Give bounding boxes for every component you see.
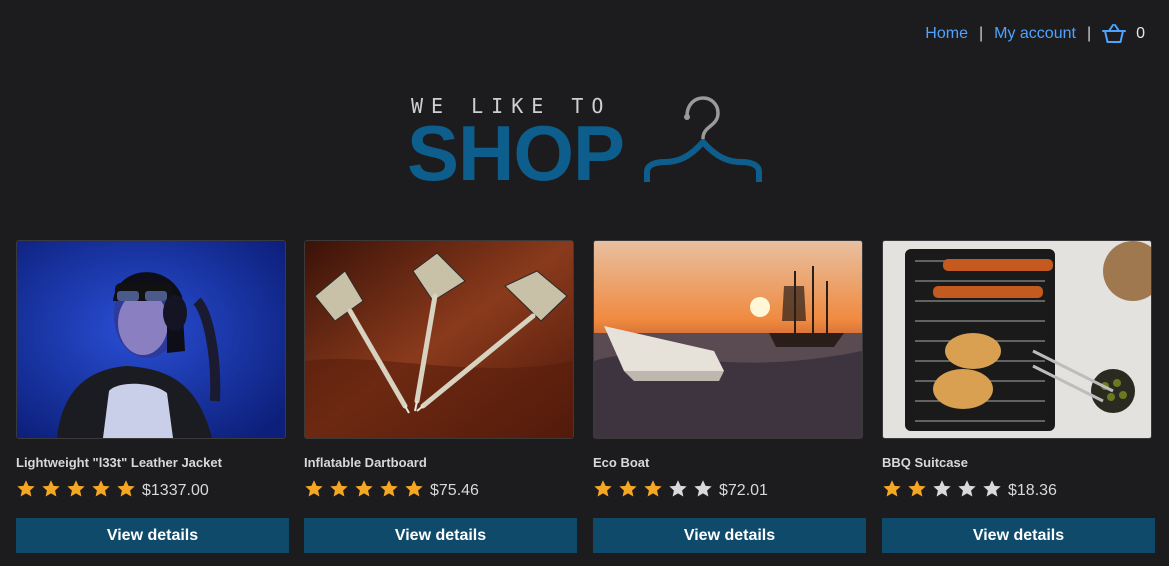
star-empty-icon: [982, 479, 1002, 499]
product-rating: $1337.00: [16, 476, 290, 502]
star-empty-icon: [932, 479, 952, 499]
nav-separator: |: [1086, 25, 1092, 42]
logo-wordmark: SHOP: [407, 109, 625, 197]
product-name: Eco Boat: [593, 455, 650, 470]
product-card: Inflatable Dartboard $75.46 View details: [304, 240, 578, 553]
cart-count: 0: [1136, 25, 1145, 42]
product-name: BBQ Suitcase: [882, 455, 968, 470]
star-filled-icon: [882, 479, 902, 499]
product-price: $18.36: [1008, 481, 1057, 499]
product-price: $75.46: [430, 481, 479, 499]
star-empty-icon: [668, 479, 688, 499]
star-filled-icon: [16, 479, 36, 499]
clothes-hanger-icon: [641, 92, 765, 193]
basket-icon: [1102, 24, 1127, 44]
cart-link[interactable]: 0: [1102, 24, 1145, 44]
product-image[interactable]: [16, 240, 286, 439]
product-rating: $72.01: [593, 476, 867, 502]
view-details-button[interactable]: View details: [304, 518, 577, 553]
top-navigation: Home | My account | 0: [925, 22, 1145, 46]
product-image[interactable]: [593, 240, 863, 439]
nav-separator: |: [978, 25, 984, 42]
star-filled-icon: [643, 479, 663, 499]
star-filled-icon: [593, 479, 613, 499]
view-details-button[interactable]: View details: [16, 518, 289, 553]
product-card: Lightweight "l33t" Leather Jacket $1337.…: [16, 240, 290, 553]
view-details-button[interactable]: View details: [593, 518, 866, 553]
home-link[interactable]: Home: [925, 25, 968, 43]
product-card: Eco Boat $72.01 View details: [593, 240, 867, 553]
product-image[interactable]: [882, 240, 1152, 439]
star-empty-icon: [957, 479, 977, 499]
star-filled-icon: [91, 479, 111, 499]
star-empty-icon: [693, 479, 713, 499]
product-name: Inflatable Dartboard: [304, 455, 427, 470]
star-filled-icon: [116, 479, 136, 499]
star-filled-icon: [354, 479, 374, 499]
product-rating: $75.46: [304, 476, 578, 502]
product-card: BBQ Suitcase $18.36 View details: [882, 240, 1156, 553]
star-filled-icon: [41, 479, 61, 499]
product-image[interactable]: [304, 240, 574, 439]
star-filled-icon: [379, 479, 399, 499]
product-name: Lightweight "l33t" Leather Jacket: [16, 455, 222, 470]
product-price: $72.01: [719, 481, 768, 499]
site-logo[interactable]: WE LIKE TO SHOP: [405, 92, 775, 192]
product-rating: $18.36: [882, 476, 1156, 502]
star-filled-icon: [404, 479, 424, 499]
product-price: $1337.00: [142, 481, 209, 499]
star-filled-icon: [329, 479, 349, 499]
star-filled-icon: [907, 479, 927, 499]
view-details-button[interactable]: View details: [882, 518, 1155, 553]
product-grid: Lightweight "l33t" Leather Jacket $1337.…: [16, 240, 1156, 560]
my-account-link[interactable]: My account: [994, 25, 1076, 43]
star-filled-icon: [304, 479, 324, 499]
star-filled-icon: [618, 479, 638, 499]
star-filled-icon: [66, 479, 86, 499]
